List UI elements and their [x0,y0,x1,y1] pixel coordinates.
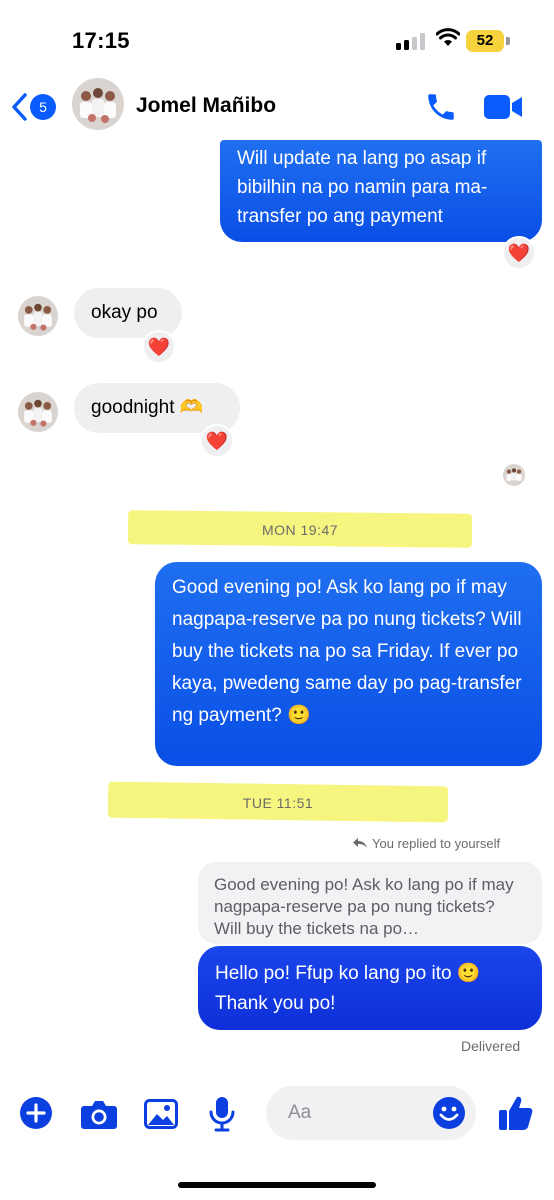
video-camera-icon[interactable] [482,92,524,122]
battery-tip [506,37,510,45]
unread-count-badge[interactable]: 5 [30,94,56,120]
heart-reaction[interactable]: ❤️ [142,330,176,364]
microphone-icon[interactable] [208,1096,236,1132]
wifi-icon [436,28,460,46]
message-text: Hello po! Ffup ko lang po ito 🙂 Thank yo… [215,963,481,1014]
emoji-icon[interactable] [432,1096,466,1130]
contact-name[interactable]: Jomel Mañibo [136,94,276,118]
outgoing-message[interactable]: Hello po! Ffup ko lang po ito 🙂 Thank yo… [198,946,542,1030]
sender-avatar[interactable] [18,296,58,336]
outgoing-message[interactable]: Will update na lang po asap if bibilhin … [220,140,542,242]
cellular-signal-icon [396,32,426,50]
timestamp: TUE 11:51 [242,795,314,811]
message-input-placeholder: Aa [288,1102,312,1123]
seen-avatar [503,464,525,486]
quoted-message[interactable]: Good evening po! Ask ko lang po if may n… [198,862,542,944]
thumbs-up-icon[interactable] [498,1094,534,1132]
message-text: okay po [91,302,158,323]
quoted-text: Good evening po! Ask ko lang po if may n… [214,875,514,938]
heart-reaction[interactable]: ❤️ [200,424,234,458]
camera-icon[interactable] [80,1098,118,1130]
message-text: goodnight 🫶 [91,397,204,418]
delivery-status: Delivered [461,1038,521,1054]
reply-label: You replied to yourself [352,836,500,851]
back-chevron-icon[interactable] [10,92,30,122]
heart-reaction[interactable]: ❤️ [502,236,536,270]
phone-icon[interactable] [424,90,458,124]
battery-indicator: 52 [466,30,504,52]
plus-icon[interactable] [18,1095,54,1131]
contact-avatar[interactable] [72,78,124,130]
message-text: Good evening po! Ask ko lang po if may n… [172,577,522,726]
status-time: 17:15 [72,28,130,53]
message-text: Will update na lang po asap if bibilhin … [237,148,488,227]
sender-avatar[interactable] [18,392,58,432]
timestamp: MON 19:47 [261,522,339,538]
home-indicator [178,1182,376,1188]
gallery-icon[interactable] [144,1099,178,1129]
reply-label-text: You replied to yourself [372,836,501,851]
outgoing-message[interactable]: Good evening po! Ask ko lang po if may n… [155,562,542,766]
reply-arrow-icon [353,838,367,848]
